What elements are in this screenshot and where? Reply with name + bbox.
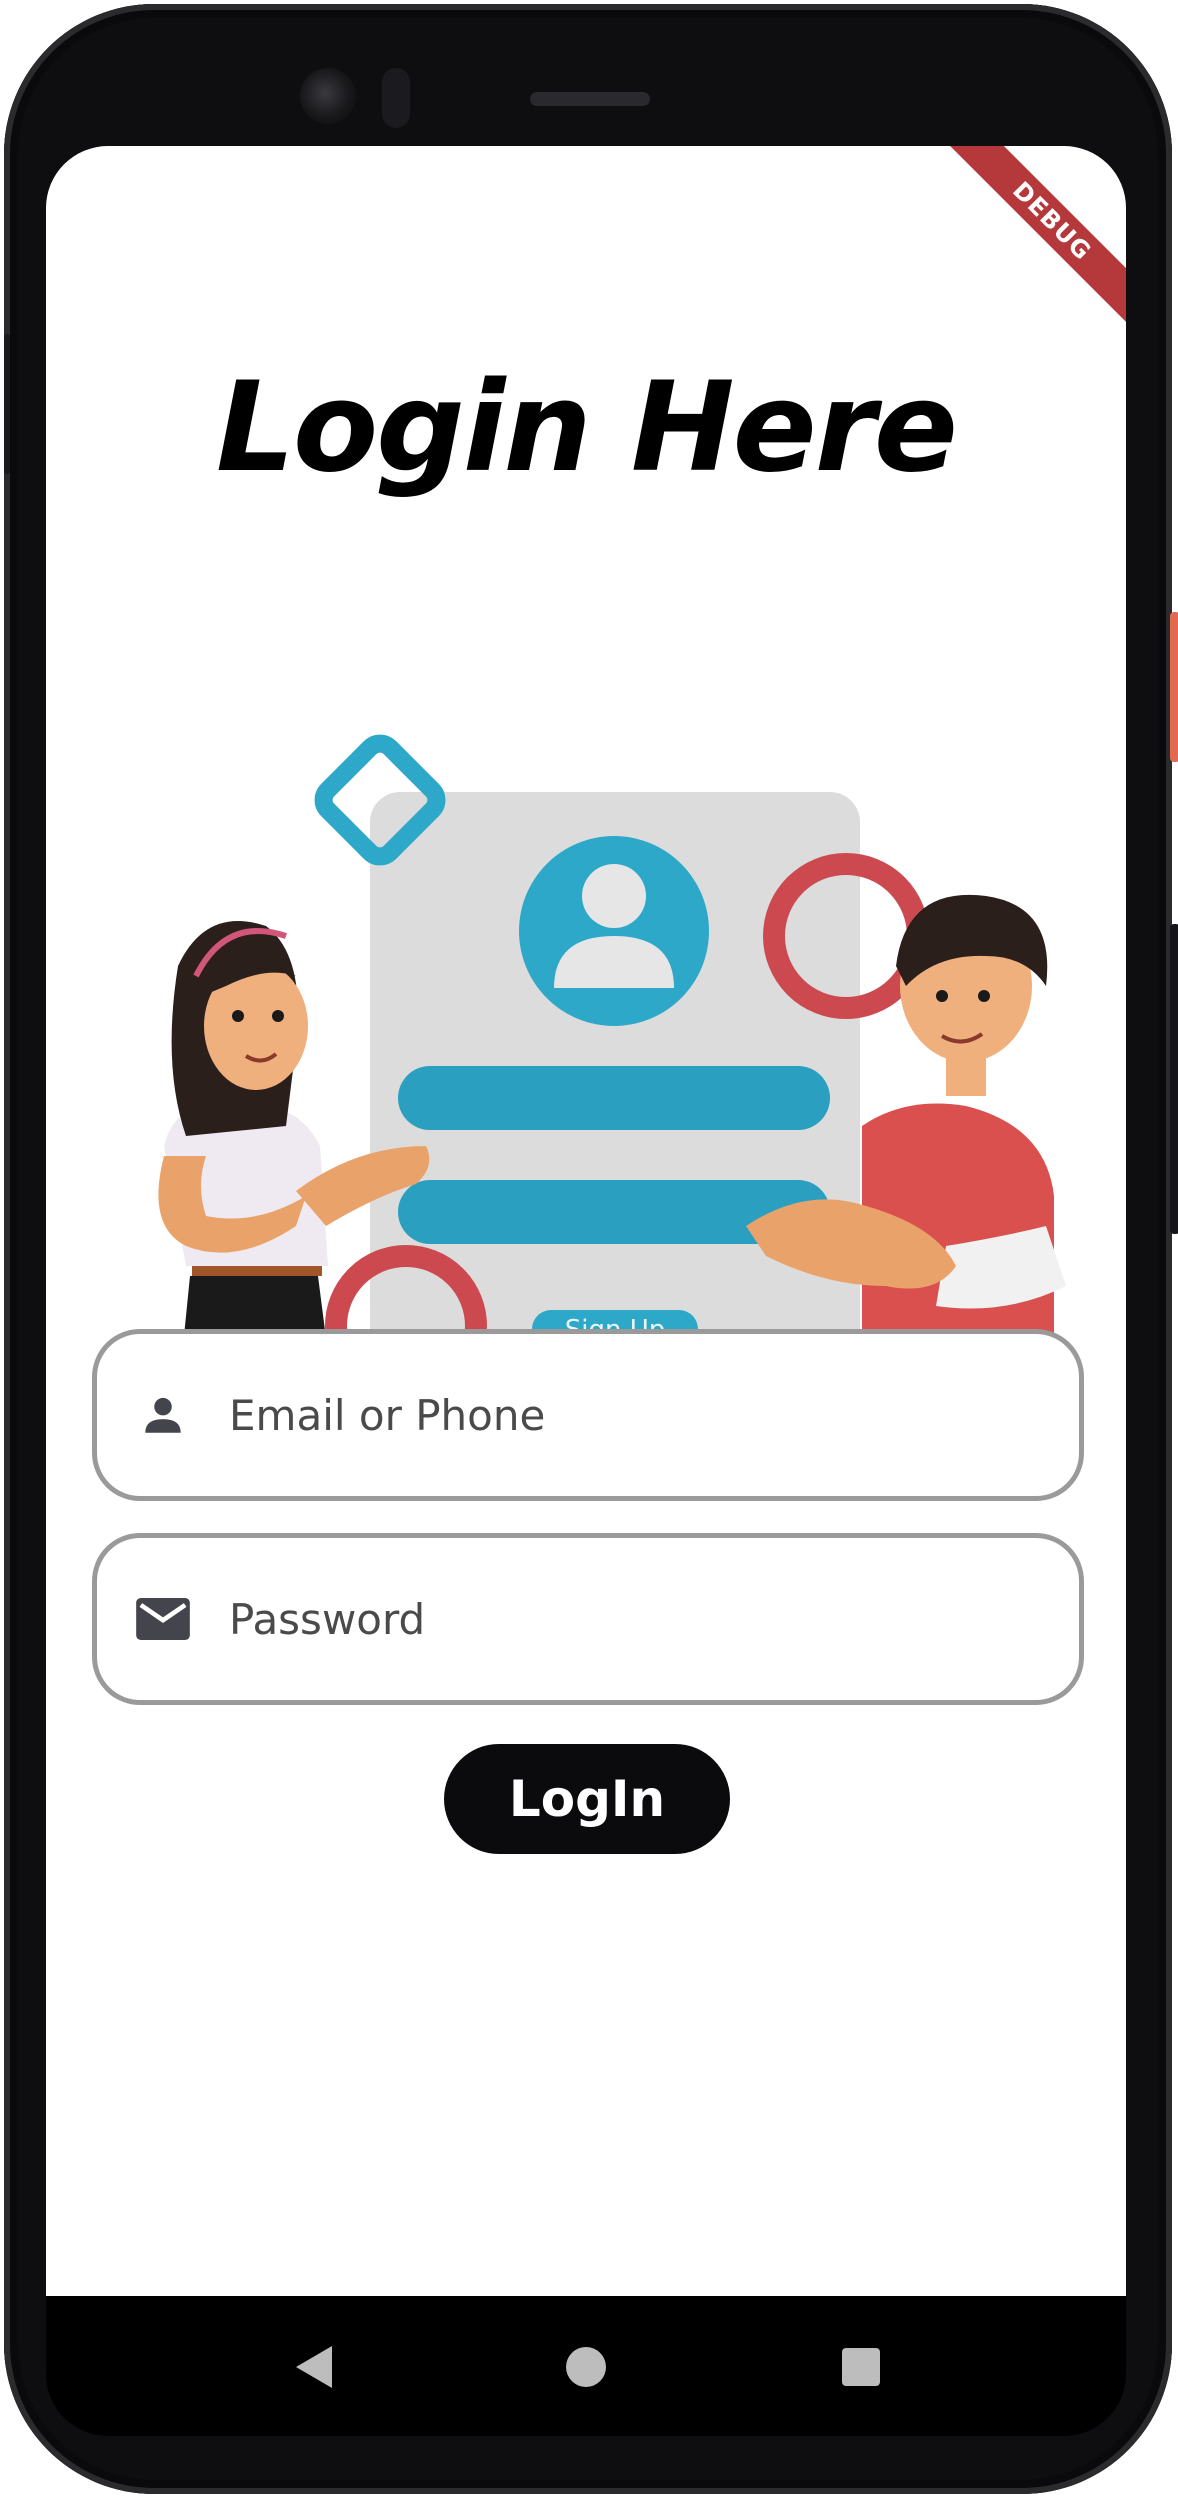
mail-icon bbox=[135, 1591, 191, 1647]
recent-apps-button[interactable] bbox=[826, 2332, 896, 2402]
volume-button bbox=[1170, 924, 1178, 1234]
system-nav-bar bbox=[46, 2296, 1126, 2436]
password-placeholder: Password bbox=[229, 1594, 426, 1644]
card-input-bar-1 bbox=[398, 1066, 830, 1130]
front-camera bbox=[300, 68, 356, 124]
app-screen: DEBUG Login Here Sign Up bbox=[46, 146, 1126, 2296]
debug-banner: DEBUG bbox=[946, 146, 1126, 327]
avatar-head bbox=[582, 864, 646, 928]
person-icon bbox=[135, 1387, 191, 1443]
side-button bbox=[4, 334, 10, 474]
earpiece-speaker bbox=[530, 92, 650, 106]
back-icon bbox=[296, 2346, 332, 2388]
proximity-sensor bbox=[382, 68, 410, 128]
home-icon bbox=[566, 2347, 606, 2387]
recent-apps-icon bbox=[842, 2348, 880, 2386]
power-button bbox=[1170, 612, 1178, 762]
back-button[interactable] bbox=[278, 2332, 348, 2402]
login-button[interactable]: LogIn bbox=[444, 1744, 730, 1854]
email-field[interactable]: Email or Phone bbox=[92, 1329, 1084, 1501]
page-title: Login Here bbox=[215, 356, 958, 500]
password-field[interactable]: Password bbox=[92, 1533, 1084, 1705]
home-button[interactable] bbox=[551, 2332, 621, 2402]
email-placeholder: Email or Phone bbox=[229, 1390, 546, 1440]
